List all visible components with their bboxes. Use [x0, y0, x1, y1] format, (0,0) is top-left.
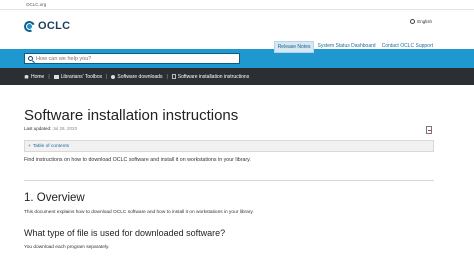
page-title: Software installation instructions — [24, 107, 239, 124]
book-icon — [53, 74, 59, 79]
logo-text: OCLC — [38, 20, 71, 32]
article: Software installation instructions Last … — [24, 107, 434, 250]
site-header: OCLC English Release Notes System Status… — [0, 10, 474, 53]
file-type-heading: What type of file is used for downloaded… — [24, 228, 226, 238]
search-input[interactable] — [36, 55, 216, 62]
breadcrumb-separator: | — [106, 73, 108, 80]
last-updated: Last updated: Jul 28, 2020 — [24, 126, 434, 131]
file-type-text: You download each program separately. — [24, 245, 110, 250]
breadcrumb: Home | Librarians' Toolbox | Software do… — [0, 68, 474, 85]
nav-contact-support[interactable]: Contact OCLC Support — [379, 41, 436, 53]
toc-label: Table of contents — [32, 144, 70, 149]
breadcrumb-home[interactable]: Home — [24, 74, 44, 80]
top-strip: OCLC.org — [0, 0, 474, 10]
breadcrumb-librarians-toolbox[interactable]: Librarians' Toolbox — [53, 73, 103, 80]
oclc-org-link[interactable]: OCLC.org — [26, 2, 46, 7]
pdf-icon[interactable] — [426, 126, 432, 134]
updated-label: Last updated: — [24, 126, 52, 131]
nav-release-notes[interactable]: Release Notes — [273, 41, 315, 53]
breadcrumb-current-page: Software installation instructions — [171, 73, 250, 80]
oclc-logo-icon — [24, 21, 35, 32]
overview-heading: 1. Overview — [24, 192, 85, 204]
breadcrumb-software-downloads[interactable]: Software downloads — [111, 74, 162, 80]
section-divider — [24, 180, 434, 181]
breadcrumb-downloads-label: Software downloads — [117, 73, 163, 80]
plus-icon: + — [28, 144, 31, 149]
table-of-contents-toggle[interactable]: + Table of contents — [24, 140, 434, 152]
updated-date: Jul 28, 2020 — [52, 126, 78, 131]
overview-text: This document explains how to download O… — [24, 210, 254, 215]
language-label: English — [417, 19, 432, 24]
search-box[interactable] — [24, 53, 240, 64]
language-selector[interactable]: English — [410, 19, 432, 24]
breadcrumb-separator: | — [166, 73, 168, 80]
breadcrumb-home-label: Home — [31, 73, 45, 80]
breadcrumb-current-label: Software installation instructions — [177, 73, 250, 80]
intro-text: Find instructions on how to download OCL… — [24, 157, 251, 163]
top-navigation: Release Notes System Status Dashboard Co… — [273, 41, 436, 53]
globe-icon — [410, 19, 416, 24]
breadcrumb-separator: | — [48, 73, 50, 80]
breadcrumb-toolbox-label: Librarians' Toolbox — [60, 73, 103, 80]
home-icon — [24, 74, 29, 79]
search-icon[interactable] — [28, 56, 33, 61]
nav-system-status-dashboard[interactable]: System Status Dashboard — [314, 41, 378, 53]
document-icon — [171, 74, 176, 79]
oclc-logo[interactable]: OCLC — [24, 20, 70, 32]
download-icon — [111, 74, 116, 79]
